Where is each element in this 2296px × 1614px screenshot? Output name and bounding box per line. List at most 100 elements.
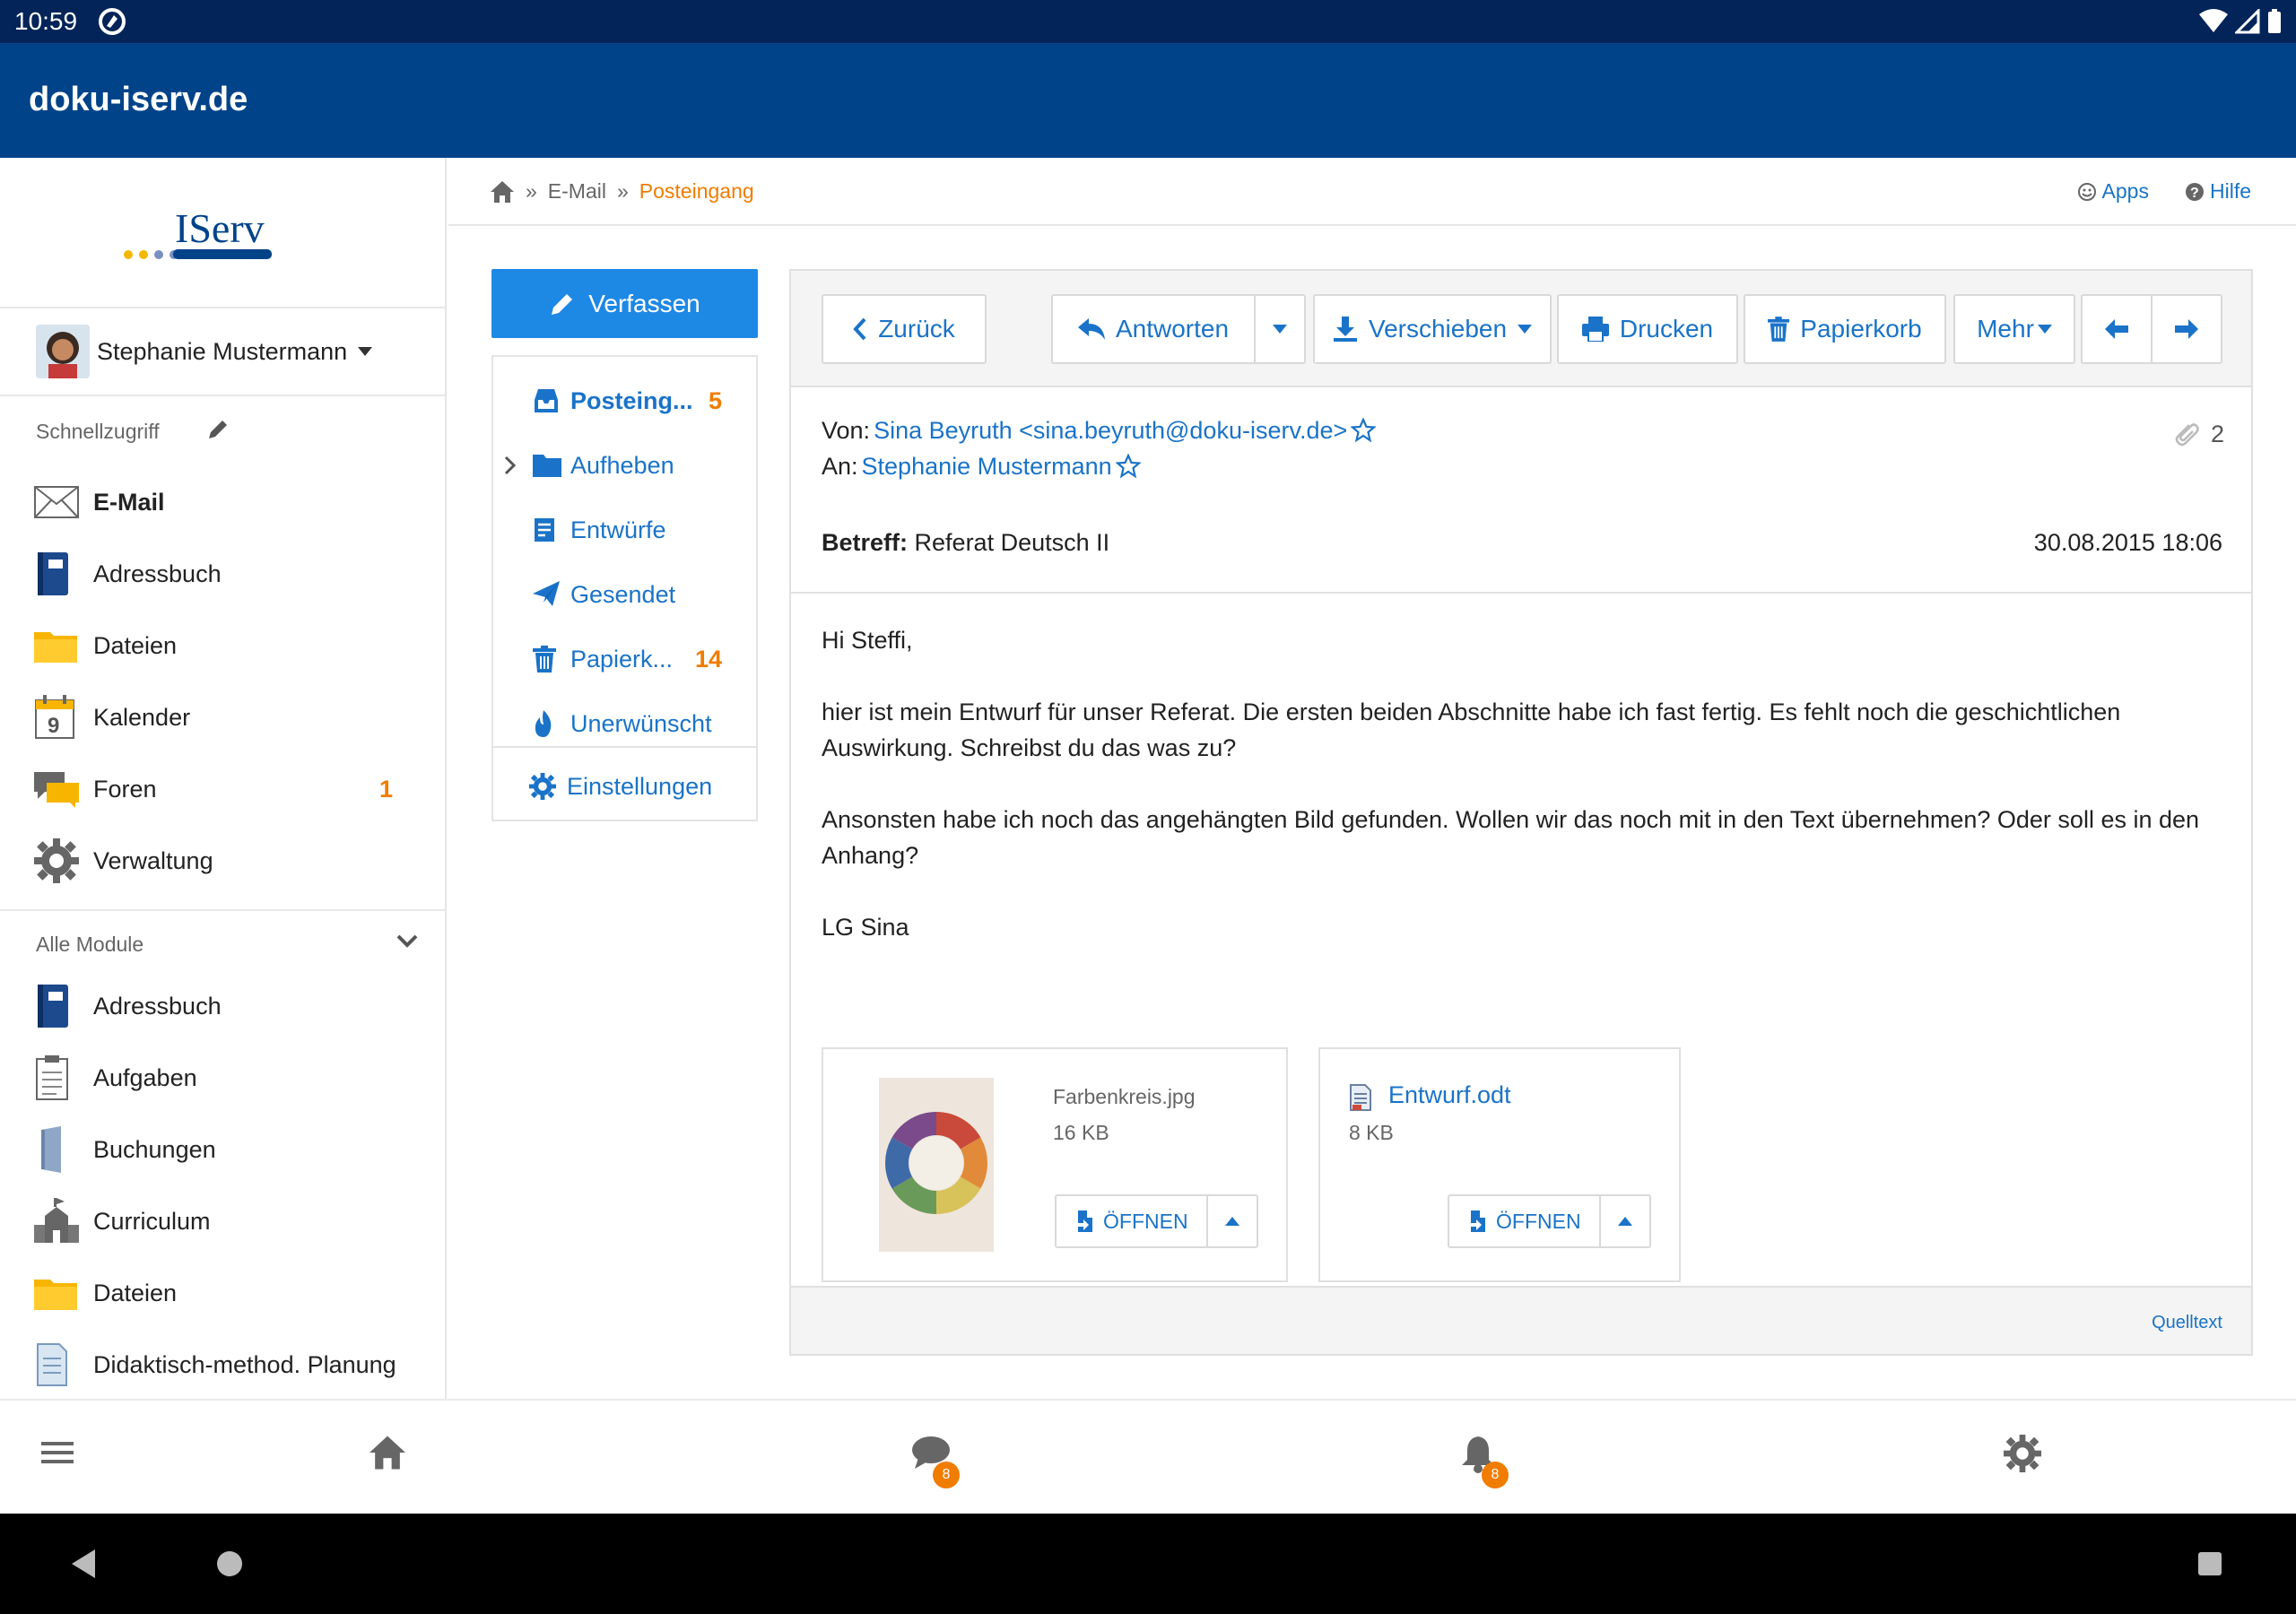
sidebar-item-admin[interactable]: Verwaltung (34, 834, 429, 888)
module-item-tasks[interactable]: Aufgaben (34, 1051, 429, 1105)
open-attachment-button[interactable]: ÖFFNEN (1449, 1196, 1601, 1246)
more-button[interactable]: Mehr (1953, 294, 2075, 364)
mail-footer: Quelltext (791, 1286, 2251, 1354)
circle-home-icon (217, 1551, 242, 1576)
breadcrumb-bar: » E-Mail » Posteingang Apps ? Hilfe (448, 158, 2296, 226)
sidebar-item-addressbook[interactable]: Adressbuch (34, 547, 429, 601)
module-item-label: Didaktisch-method. Planung (93, 1350, 396, 1378)
caret-down-icon (2037, 325, 2052, 334)
menu-button[interactable] (39, 1435, 75, 1471)
breadcrumb-inbox[interactable]: Posteingang (639, 179, 754, 204)
hamburger-icon (41, 1442, 74, 1463)
help-icon: ? (2185, 182, 2204, 201)
folder-icon (34, 622, 81, 669)
notifications-button[interactable]: 8 (1460, 1435, 1509, 1488)
folder-inbox[interactable]: Posteing... 5 (493, 375, 756, 429)
attachment-thumbnail[interactable] (879, 1078, 994, 1252)
folder-drafts[interactable]: Entwürfe (493, 504, 756, 558)
move-button[interactable]: Verschieben (1313, 294, 1552, 364)
to-row: An: Stephanie Mustermann (822, 448, 1376, 484)
source-link[interactable]: Quelltext (2152, 1313, 2222, 1333)
chevron-down-icon[interactable] (396, 934, 418, 949)
breadcrumb-email[interactable]: E-Mail (548, 179, 606, 204)
attachment-size: 16 KB (1053, 1121, 1109, 1144)
calendar-icon: 9 (34, 694, 81, 741)
top-links: Apps ? Hilfe (2077, 179, 2251, 204)
attachment-count: 2 (2171, 420, 2224, 448)
chevron-right-icon[interactable] (504, 456, 517, 475)
apps-link[interactable]: Apps (2077, 179, 2149, 204)
next-mail-button[interactable] (2151, 294, 2222, 364)
reply-dropdown-button[interactable] (1254, 294, 1306, 364)
from-row: Von: Sina Beyruth <sina.beyruth@doku-ise… (822, 412, 1377, 448)
help-link[interactable]: ? Hilfe (2185, 179, 2251, 204)
attachment-card: Entwurf.odt 8 KB ÖFFNEN (1318, 1047, 1681, 1282)
module-item-files[interactable]: Dateien (34, 1266, 429, 1320)
user-menu[interactable]: Stephanie Mustermann (36, 325, 373, 378)
module-item-addressbook[interactable]: Adressbuch (34, 979, 429, 1033)
printer-icon (1581, 317, 1609, 342)
trash-button[interactable]: Papierkorb (1744, 294, 1946, 364)
folder-count: 14 (694, 646, 722, 672)
recents-nav-button[interactable] (2197, 1551, 2222, 1576)
attachment-dropdown-button[interactable] (1601, 1196, 1649, 1246)
sidebar-item-files[interactable]: Dateien (34, 619, 429, 672)
folder-trash[interactable]: Papierk... 14 (493, 633, 756, 687)
star-icon (1115, 454, 1141, 479)
clipboard-icon (34, 1054, 81, 1101)
settings-button[interactable] (2004, 1435, 2041, 1472)
sidebar-item-label: E-Mail (93, 488, 165, 516)
module-item-bookings[interactable]: Buchungen (34, 1123, 429, 1176)
sidebar-item-label: Dateien (93, 631, 178, 659)
home-icon[interactable] (490, 180, 515, 204)
svg-text:9: 9 (48, 714, 59, 738)
mail-paragraph: hier ist mein Entwurf für unser Referat.… (822, 699, 2121, 761)
folder-keep[interactable]: Aufheben (493, 439, 756, 493)
folder-label: Papierk... (570, 646, 674, 672)
sidebar-item-label: Verwaltung (93, 846, 213, 874)
from-address[interactable]: Sina Beyruth <sina.beyruth@doku-iserv.de… (874, 417, 1347, 445)
folder-settings[interactable]: Einstellungen (493, 760, 756, 814)
battery-icon (2268, 9, 2281, 33)
open-attachment-button[interactable]: ÖFFNEN (1057, 1196, 1208, 1246)
caret-down-icon (1273, 325, 1287, 334)
addressbook-icon (34, 551, 81, 597)
print-button[interactable]: Drucken (1557, 294, 1738, 364)
attachment-name[interactable]: Entwurf.odt (1388, 1081, 1511, 1109)
paperclip-icon (2175, 423, 2199, 447)
sidebar-item-forums[interactable]: Foren 1 (34, 762, 429, 816)
back-button[interactable]: Zurück (822, 294, 987, 364)
sidebar-item-label: Adressbuch (93, 560, 222, 587)
previous-mail-button[interactable] (2081, 294, 2152, 364)
sidebar: IServ Stephanie Mustermann Schnellzugrif… (0, 158, 447, 1399)
star-icon (1351, 418, 1377, 443)
reply-button[interactable]: Antworten (1051, 294, 1256, 364)
to-address[interactable]: Stephanie Mustermann (862, 453, 1112, 481)
folder-label: Unerwünscht (570, 710, 712, 737)
module-item-label: Adressbuch (93, 992, 222, 1020)
forum-icon (34, 766, 81, 812)
compose-button[interactable]: Verfassen (491, 269, 758, 338)
back-nav-button[interactable] (70, 1548, 97, 1580)
avatar (36, 325, 90, 378)
attachment-name[interactable]: Farbenkreis.jpg (1053, 1085, 1196, 1109)
module-item-label: Aufgaben (93, 1063, 197, 1091)
attachment-card: Farbenkreis.jpg 16 KB ÖFFNEN (822, 1047, 1288, 1282)
logo-text: IServ (175, 205, 265, 251)
module-item-didactic-planning[interactable]: Didaktisch-method. Planung (34, 1338, 429, 1392)
draft-icon (533, 516, 558, 543)
attachment-dropdown-button[interactable] (1208, 1196, 1257, 1246)
arrow-left-icon (2105, 319, 2128, 339)
sidebar-item-calendar[interactable]: 9 Kalender (34, 690, 429, 744)
home-nav-button[interactable] (215, 1549, 244, 1578)
svg-text:?: ? (2190, 186, 2199, 201)
addressbook-icon (34, 983, 81, 1029)
module-item-curriculum[interactable]: Curriculum (34, 1194, 429, 1248)
folder-icon (533, 452, 561, 477)
edit-pencil-icon[interactable] (206, 418, 230, 441)
folder-spam[interactable]: Unerwünscht (493, 698, 756, 751)
chat-button[interactable]: 8 (911, 1435, 960, 1488)
sidebar-item-email[interactable]: E-Mail (34, 475, 429, 529)
folder-sent[interactable]: Gesendet (493, 568, 756, 622)
home-button[interactable] (368, 1435, 407, 1471)
